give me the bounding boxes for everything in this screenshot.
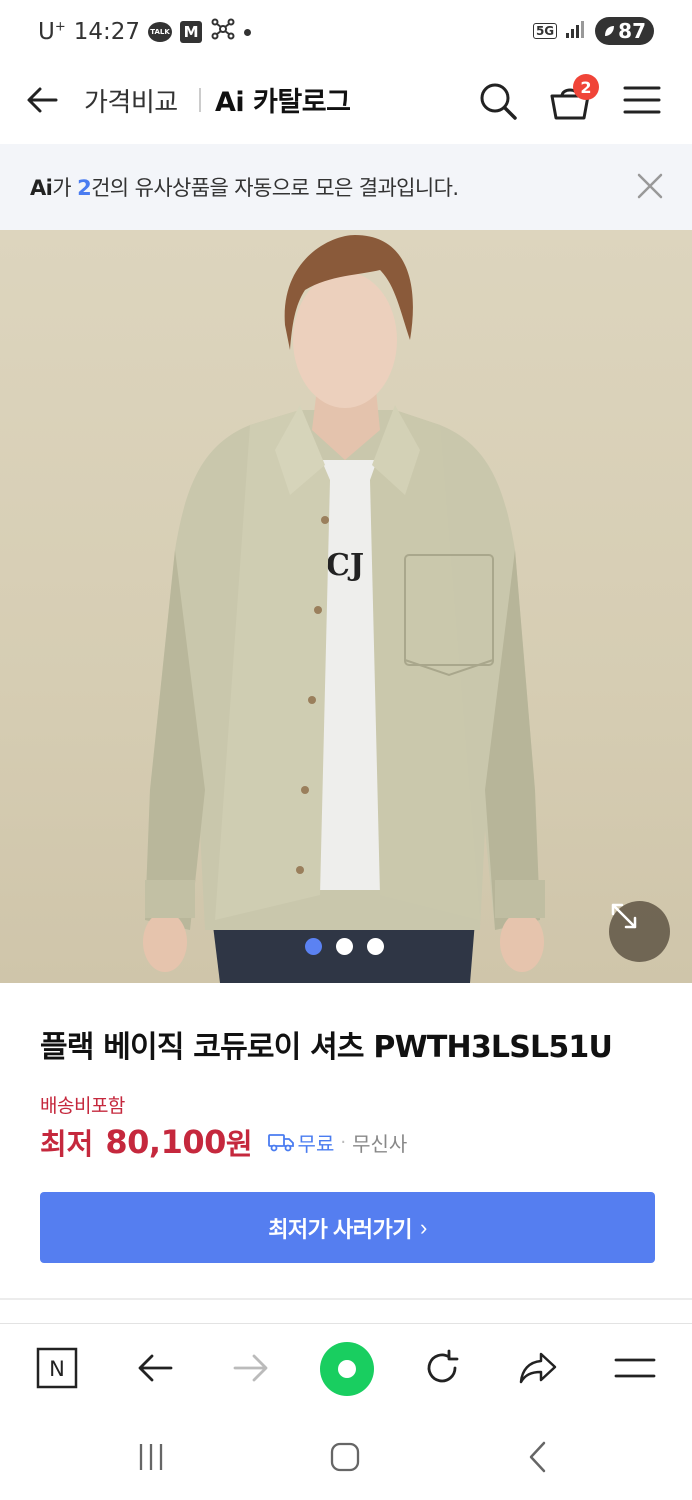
browser-forward-button[interactable] [227, 1344, 275, 1392]
shipping-included-label: 배송비포함 [40, 1095, 125, 1117]
naver-n-icon: N [36, 1347, 78, 1389]
naver-button[interactable]: N [33, 1344, 81, 1392]
product-image-carousel[interactable]: CJ [0, 230, 692, 983]
menu-icon [614, 1358, 656, 1378]
back-arrow-icon [138, 1354, 173, 1382]
back-arrow-icon [27, 87, 58, 113]
lowest-price: 80,100 [105, 1123, 226, 1161]
cart-button[interactable]: 2 [548, 74, 602, 124]
price-row: 최저 80,100 원 무료 · 무신사 [40, 1120, 407, 1164]
image-pager [305, 938, 384, 955]
expand-arrows-icon [611, 903, 637, 929]
svg-text:N: N [49, 1357, 65, 1381]
svg-text:CJ: CJ [326, 548, 364, 583]
browser-menu-button[interactable] [611, 1344, 659, 1392]
product-photo: CJ [143, 235, 545, 983]
status-bar: U+ 14:27 TALK M 5G 87 [0, 0, 692, 62]
back-icon [529, 1441, 546, 1473]
search-button[interactable] [476, 79, 520, 123]
pager-dot-active[interactable] [305, 938, 322, 955]
recent-apps-icon [139, 1444, 163, 1470]
share-icon [519, 1352, 557, 1384]
delivery-truck-icon [267, 1134, 294, 1152]
refresh-button[interactable] [418, 1344, 466, 1392]
separator-dot: · [340, 1131, 347, 1153]
banner-close-button[interactable] [634, 170, 666, 202]
search-icon [480, 83, 517, 120]
carrier-label: U+ [38, 19, 66, 45]
pager-dot[interactable] [336, 938, 353, 955]
notification-dot [244, 28, 252, 36]
ai-notice-banner: Ai가 2건의 유사상품을 자동으로 모은 결과입니다. [0, 144, 692, 230]
cta-label: 최저가 사러가기 [268, 1216, 412, 1242]
page-title-ai-catalog: Ai 카탈로그 [215, 87, 351, 118]
price-prefix: 최저 [40, 1127, 94, 1161]
chevron-right-icon: › [419, 1214, 427, 1240]
app-header: 가격비교 Ai 카탈로그 2 [0, 62, 692, 144]
section-divider [0, 1298, 692, 1300]
kakaotalk-icon: TALK [148, 22, 173, 42]
m-app-icon: M [180, 21, 203, 43]
buy-lowest-price-button[interactable]: 최저가 사러가기 › [40, 1192, 655, 1263]
signal-icon [565, 19, 587, 43]
close-icon [637, 173, 663, 199]
seller-name[interactable]: 무신사 [352, 1128, 407, 1157]
shipping-fee: 무료 [297, 1131, 335, 1156]
naver-home-button[interactable] [320, 1342, 374, 1396]
price-currency: 원 [225, 1127, 253, 1161]
product-title: 플랙 베이직 코듀로이 셔츠 PWTH3LSL51U [40, 1030, 613, 1065]
system-nav-bar [0, 1414, 692, 1500]
home-icon [330, 1442, 360, 1472]
menu-button[interactable] [622, 82, 662, 118]
battery-indicator: 87 [595, 17, 654, 45]
clock: 14:27 [73, 19, 141, 45]
banner-message: Ai가 2건의 유사상품을 자동으로 모은 결과입니다. [30, 176, 459, 200]
home-nav-button[interactable] [321, 1434, 369, 1480]
recent-apps-button[interactable] [127, 1434, 175, 1480]
refresh-icon [427, 1349, 459, 1383]
back-nav-button[interactable] [515, 1434, 563, 1480]
back-button[interactable] [22, 80, 62, 120]
home-green-icon [338, 1360, 356, 1378]
cart-count-badge: 2 [573, 74, 599, 100]
pager-dot[interactable] [367, 938, 384, 955]
hamburger-menu-icon [623, 86, 661, 114]
page-title-price-compare[interactable]: 가격비교 [84, 82, 178, 119]
network-5g-icon: 5G [532, 23, 558, 39]
browser-back-button[interactable] [131, 1344, 179, 1392]
leaf-icon [605, 26, 615, 36]
share-button[interactable] [514, 1344, 562, 1392]
expand-image-button[interactable] [609, 901, 670, 962]
forward-arrow-icon [233, 1354, 268, 1382]
network-share-icon [210, 16, 236, 48]
title-separator [199, 88, 201, 112]
browser-toolbar: N [0, 1324, 692, 1414]
